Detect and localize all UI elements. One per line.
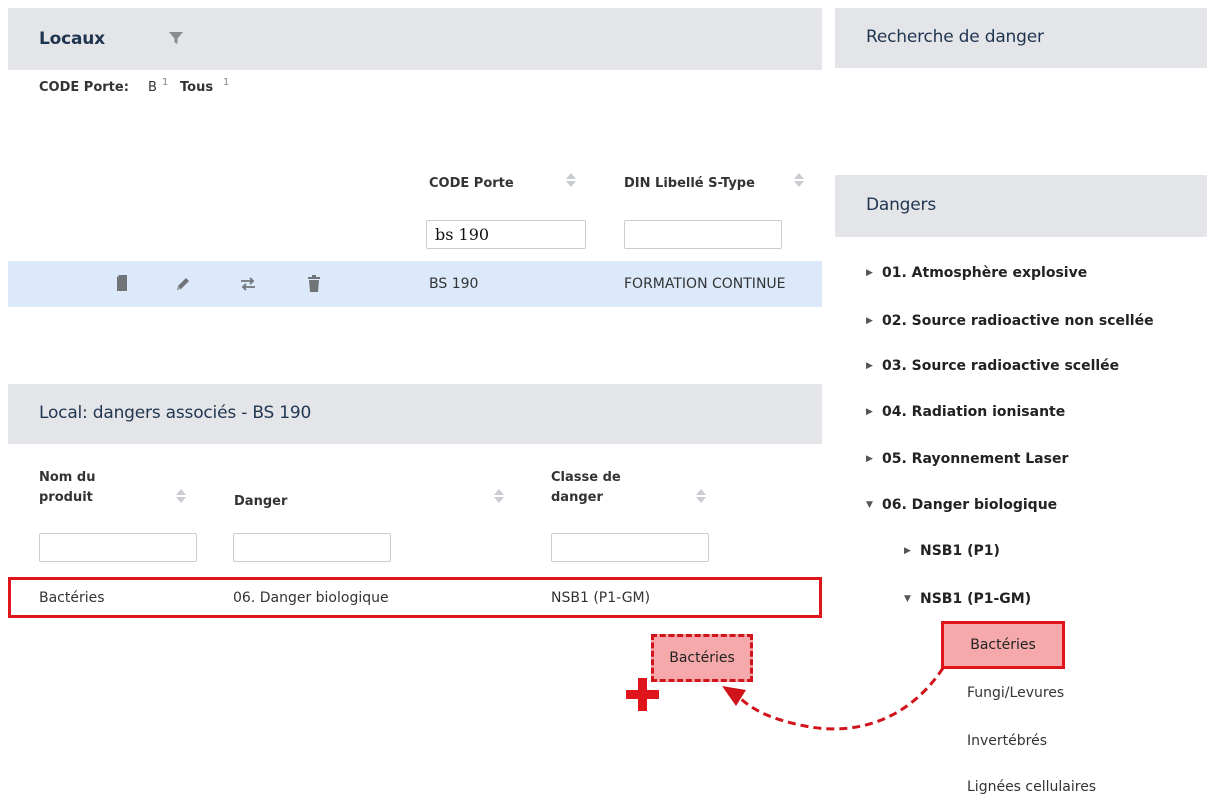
- sort-icon[interactable]: [566, 172, 576, 188]
- tree-leaf-invertebres[interactable]: Invertébrés: [967, 733, 1047, 749]
- row-din-libelle: FORMATION CONTINUE: [624, 276, 786, 292]
- dangers-tree-title: Dangers: [866, 195, 936, 215]
- din-filter-input[interactable]: [624, 220, 782, 249]
- dangers-assoc-title: Local: dangers associés - BS 190: [39, 403, 312, 423]
- drag-arrow: [722, 667, 945, 731]
- tree-item-nsb1-p1[interactable]: ▶ NSB1 (P1): [904, 543, 1000, 559]
- caret-right-icon: ▶: [866, 268, 873, 278]
- tree-item-01[interactable]: ▶ 01. Atmosphère explosive: [866, 265, 1087, 281]
- recherche-title: Recherche de danger: [866, 27, 1044, 47]
- row-danger: 06. Danger biologique: [233, 590, 389, 606]
- caret-right-icon: ▶: [904, 546, 911, 556]
- col-header-nom-line2: produit: [39, 490, 93, 505]
- tree-item-label: 06. Danger biologique: [882, 497, 1058, 513]
- col-header-classe-line1: Classe de: [551, 470, 621, 485]
- tree-item-nsb1-p1-gm[interactable]: ▼ NSB1 (P1-GM): [904, 591, 1031, 607]
- caret-right-icon: ▶: [866, 316, 873, 326]
- sort-icon[interactable]: [696, 488, 706, 504]
- tree-item-label: 04. Radiation ionisante: [882, 404, 1066, 420]
- filter-all-count: 1: [223, 77, 230, 88]
- col-header-din-libelle[interactable]: DIN Libellé S-Type: [624, 176, 755, 191]
- tree-item-label: 05. Rayonnement Laser: [882, 451, 1069, 467]
- filter-icon[interactable]: [168, 30, 184, 46]
- row-classe-danger: NSB1 (P1-GM): [551, 590, 651, 606]
- filter-label: CODE Porte:: [39, 80, 129, 95]
- tree-item-label: NSB1 (P1-GM): [920, 591, 1032, 607]
- tree-leaf-lignees[interactable]: Lignées cellulaires: [967, 779, 1096, 795]
- caret-down-icon: ▼: [904, 594, 911, 604]
- sort-icon[interactable]: [176, 488, 186, 504]
- tree-item-05[interactable]: ▶ 05. Rayonnement Laser: [866, 451, 1068, 467]
- edit-icon[interactable]: [174, 275, 192, 293]
- tree-item-06[interactable]: ▼ 06. Danger biologique: [866, 497, 1057, 513]
- col-header-classe-line2: danger: [551, 490, 603, 505]
- classe-filter-input[interactable]: [551, 533, 709, 562]
- locaux-title: Locaux: [39, 29, 105, 49]
- col-header-code-porte[interactable]: CODE Porte: [429, 176, 514, 191]
- danger-filter-input[interactable]: [233, 533, 391, 562]
- nom-produit-filter-input[interactable]: [39, 533, 197, 562]
- tree-item-02[interactable]: ▶ 02. Source radioactive non scellée: [866, 313, 1154, 329]
- tree-item-label: 02. Source radioactive non scellée: [882, 313, 1154, 329]
- tree-item-label: 01. Atmosphère explosive: [882, 265, 1088, 281]
- tree-item-label: NSB1 (P1): [920, 543, 1000, 559]
- tree-item-label: 03. Source radioactive scellée: [882, 358, 1120, 374]
- col-header-nom-line1: Nom du: [39, 470, 96, 485]
- caret-right-icon: ▶: [866, 454, 873, 464]
- transfer-icon[interactable]: [239, 276, 257, 292]
- sort-icon[interactable]: [494, 488, 504, 504]
- table-row-highlighted[interactable]: [8, 577, 822, 618]
- filter-all[interactable]: Tous: [180, 80, 213, 95]
- add-plus-icon: [626, 678, 659, 711]
- tree-item-03[interactable]: ▶ 03. Source radioactive scellée: [866, 358, 1119, 374]
- copy-icon[interactable]: [115, 274, 129, 292]
- filter-count: 1: [162, 77, 169, 88]
- code-porte-filter-input[interactable]: [426, 220, 586, 249]
- filter-value[interactable]: B: [148, 80, 157, 95]
- tree-item-04[interactable]: ▶ 04. Radiation ionisante: [866, 404, 1065, 420]
- caret-down-icon: ▼: [866, 500, 873, 510]
- trash-icon[interactable]: [307, 275, 321, 293]
- col-header-danger[interactable]: Danger: [234, 494, 287, 509]
- sort-icon[interactable]: [794, 172, 804, 188]
- row-nom-produit: Bactéries: [39, 590, 105, 606]
- tree-leaf-fungi[interactable]: Fungi/Levures: [967, 685, 1064, 701]
- caret-right-icon: ▶: [866, 361, 873, 371]
- row-code-porte: BS 190: [429, 276, 479, 292]
- locaux-header: [8, 8, 822, 70]
- caret-right-icon: ▶: [866, 407, 873, 417]
